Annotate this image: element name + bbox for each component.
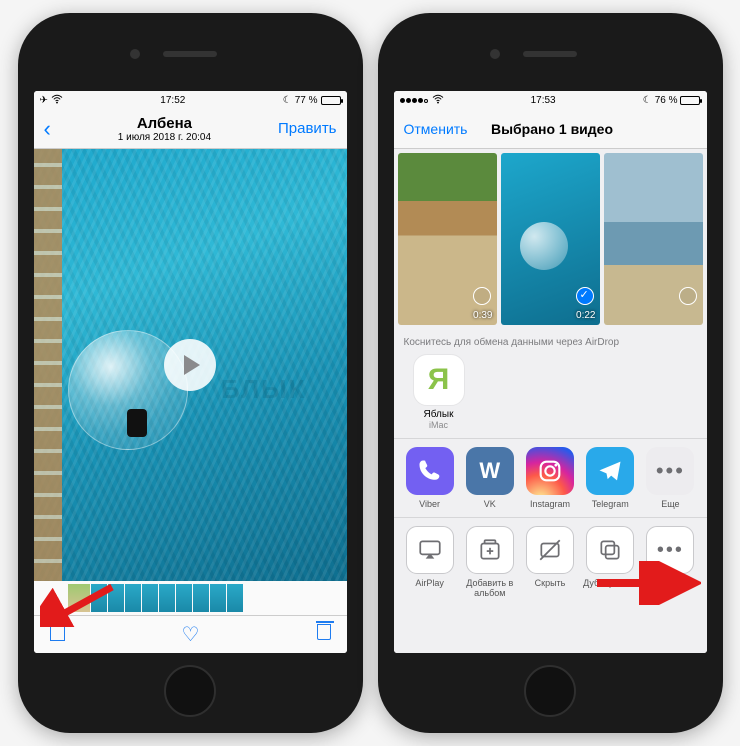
cancel-button[interactable]: Отменить (404, 121, 468, 137)
vk-icon: W (466, 447, 514, 495)
screen-right: 17:53 ☾ 76 % Отменить Выбрано 1 видео 0:… (394, 91, 707, 653)
action-label: Дублировать (583, 578, 637, 588)
action-label: Добавить в альбом (460, 578, 520, 598)
share-thumb-0[interactable]: 0:39 (398, 153, 497, 325)
app-label: Telegram (592, 499, 629, 509)
timeline-thumbs[interactable] (34, 581, 347, 615)
status-bar: 17:53 ☾ 76 % (394, 91, 707, 109)
nav-subtitle: 1 июля 2018 г. 20:04 (51, 132, 278, 143)
phone-camera (490, 49, 500, 59)
share-app-vk[interactable]: W VK (460, 447, 520, 509)
phone-camera (130, 49, 140, 59)
share-button[interactable] (50, 623, 65, 646)
share-app-more[interactable]: ••• Еще (640, 447, 700, 509)
home-button[interactable] (164, 665, 216, 717)
favorite-button[interactable]: ♡ (182, 622, 200, 647)
hide-icon (526, 526, 574, 574)
battery-pct: 77 % (295, 95, 318, 106)
nav-title-block: Выбрано 1 видео (467, 121, 636, 137)
add-album-icon (466, 526, 514, 574)
share-app-instagram[interactable]: Instagram (520, 447, 580, 509)
action-hide[interactable]: Скрыть (520, 526, 580, 598)
watermark: БЛЫК (221, 374, 307, 405)
airdrop-section: Коснитесь для обмена данными через AirDr… (394, 329, 707, 438)
wifi-icon (432, 94, 444, 107)
share-actions-row: AirPlay Добавить в альбом Скрыть Дублиро… (394, 517, 707, 606)
airdrop-contact[interactable]: Я Яблык iMac (404, 354, 474, 430)
status-bar: ✈︎ 17:52 ☾ 77 % (34, 91, 347, 109)
phone-speaker (163, 51, 217, 57)
share-icon (50, 623, 65, 641)
duplicate-icon (586, 526, 634, 574)
wifi-icon (51, 94, 63, 107)
app-label: VK (484, 499, 496, 509)
airplane-icon: ✈︎ (40, 95, 48, 106)
instagram-icon (526, 447, 574, 495)
select-badge[interactable] (679, 287, 697, 305)
bottom-toolbar: ♡ (34, 615, 347, 653)
select-badge-checked[interactable] (576, 287, 594, 305)
action-add-to-album[interactable]: Добавить в альбом (460, 526, 520, 598)
more-icon: ••• (646, 526, 694, 574)
action-airplay[interactable]: AirPlay (400, 526, 460, 598)
action-label: AirPlay (415, 578, 444, 588)
status-time: 17:52 (160, 95, 185, 106)
back-button[interactable]: ‹ (44, 118, 51, 140)
nav-title: Албена (51, 115, 278, 132)
share-apps-row: Viber W VK Instagram Telegram ••• Еще (394, 438, 707, 517)
contact-avatar: Я (413, 354, 465, 406)
nav-bar: Отменить Выбрано 1 видео (394, 109, 707, 149)
beach-strip (34, 149, 62, 581)
nav-title-block: Албена 1 июля 2018 г. 20:04 (51, 115, 278, 143)
app-label: Instagram (530, 499, 570, 509)
duration-label: 0:22 (576, 310, 595, 321)
moon-icon: ☾ (643, 95, 652, 106)
status-time: 17:53 (531, 95, 556, 106)
trash-icon (317, 624, 331, 640)
nav-bar: ‹ Албена 1 июля 2018 г. 20:04 Править (34, 109, 347, 149)
share-thumbnails[interactable]: 0:39 0:22 (394, 149, 707, 329)
action-label: Еще (661, 578, 679, 588)
share-app-telegram[interactable]: Telegram (580, 447, 640, 509)
signal-icon (400, 95, 429, 106)
telegram-icon (586, 447, 634, 495)
screen-left: ✈︎ 17:52 ☾ 77 % ‹ Албена 1 июля 2018 г. … (34, 91, 347, 653)
nav-title: Выбрано 1 видео (467, 121, 636, 137)
action-duplicate[interactable]: Дублировать (580, 526, 640, 598)
home-button[interactable] (524, 665, 576, 717)
select-badge[interactable] (473, 287, 491, 305)
phone-speaker (523, 51, 577, 57)
battery-icon (680, 96, 700, 105)
phone-left: ✈︎ 17:52 ☾ 77 % ‹ Албена 1 июля 2018 г. … (18, 13, 363, 733)
more-icon: ••• (646, 447, 694, 495)
share-app-viber[interactable]: Viber (400, 447, 460, 509)
battery-icon (321, 96, 341, 105)
contact-name: Яблык (424, 409, 454, 420)
duration-label: 0:39 (473, 310, 492, 321)
share-thumb-1[interactable]: 0:22 (501, 153, 600, 325)
app-label: Viber (419, 499, 440, 509)
phone-right: 17:53 ☾ 76 % Отменить Выбрано 1 видео 0:… (378, 13, 723, 733)
share-sheet: 0:39 0:22 Коснитесь для обмена данными ч… (394, 149, 707, 653)
edit-button[interactable]: Править (278, 120, 337, 137)
action-more[interactable]: ••• Еще (640, 526, 700, 598)
delete-button[interactable] (317, 624, 331, 645)
contact-device: iMac (429, 420, 448, 430)
moon-icon: ☾ (283, 95, 292, 106)
video-preview[interactable]: БЛЫК (34, 149, 347, 581)
app-label: Еще (661, 499, 679, 509)
play-button[interactable] (164, 339, 216, 391)
action-label: Скрыть (535, 578, 566, 588)
viber-icon (406, 447, 454, 495)
airdrop-hint: Коснитесь для обмена данными через AirDr… (404, 337, 697, 348)
share-thumb-2[interactable] (604, 153, 703, 325)
airplay-icon (406, 526, 454, 574)
battery-pct: 76 % (655, 95, 678, 106)
